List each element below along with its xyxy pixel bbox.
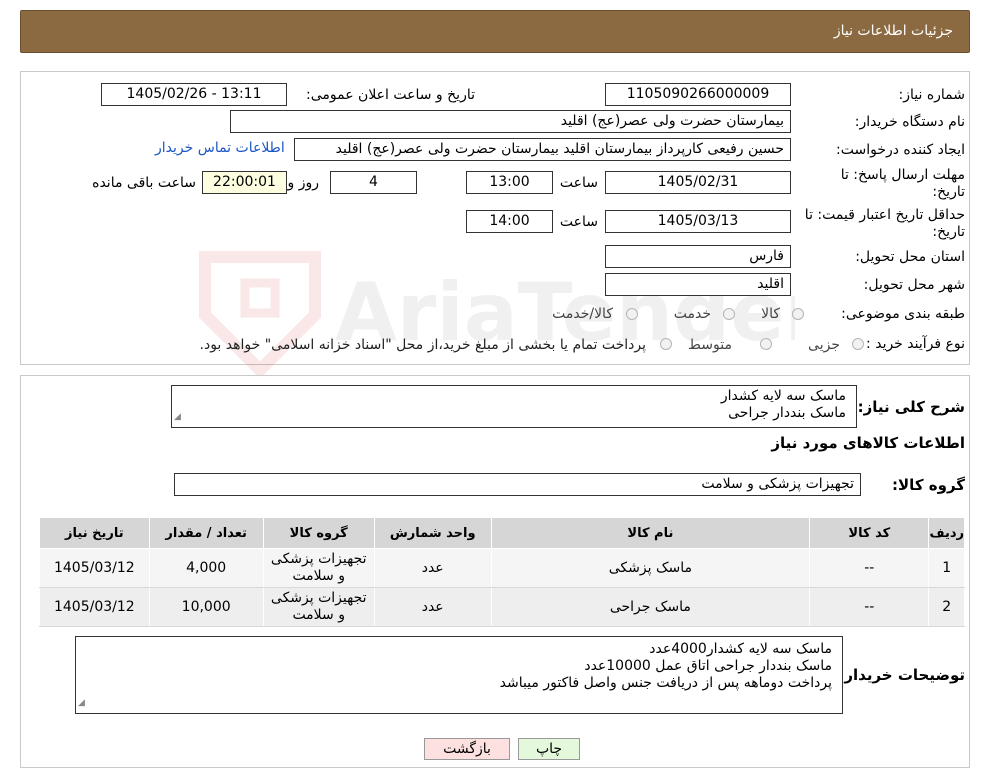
table-row: 2 -- ماسک جراحی عدد تجهیزات پزشکی و سلام…: [39, 587, 965, 627]
col-header-unit: واحد شمارش: [373, 517, 492, 549]
summary-label: شرح کلی نیاز:: [857, 398, 965, 416]
announce-label: تاریخ و ساعت اعلان عمومی:: [306, 87, 475, 103]
category-option-goods-service: کالا/خدمت: [552, 306, 613, 322]
process-radio-medium[interactable]: [760, 338, 772, 350]
print-button[interactable]: چاپ: [518, 738, 580, 760]
deadline-label-date: تاریخ:: [932, 184, 965, 200]
cell-date: 1405/03/12: [39, 548, 150, 588]
deadline-time-field: 13:00: [466, 171, 553, 194]
goods-group-field: تجهیزات پزشکی و سلامت: [174, 473, 861, 496]
col-header-row-no: ردیف: [928, 517, 965, 549]
cell-group: تجهیزات پزشکی و سلامت: [262, 587, 375, 627]
col-header-quantity: تعداد / مقدار: [148, 517, 264, 549]
payment-note: پرداخت تمام یا بخشی از مبلغ خرید،از محل …: [199, 337, 646, 353]
cell-row-no: 2: [928, 587, 965, 627]
buyer-org-field: بیمارستان حضرت ولی عصر(عج) اقلید: [230, 110, 791, 133]
col-header-group: گروه کالا: [262, 517, 375, 549]
creator-label: ایجاد کننده درخواست:: [836, 142, 965, 158]
city-label: شهر محل تحویل:: [863, 277, 965, 293]
cell-code: --: [809, 587, 930, 627]
col-header-date: تاریخ نیاز: [39, 517, 150, 549]
province-label: استان محل تحویل:: [855, 249, 965, 265]
province-field: فارس: [605, 245, 791, 268]
cell-quantity: 10,000: [148, 587, 264, 627]
summary-textarea[interactable]: ماسک سه لایه کشدار ماسک بنددار جراحی ◢: [171, 385, 857, 428]
process-option-medium: متوسط: [688, 337, 732, 353]
cell-unit: عدد: [373, 548, 492, 588]
deadline-date-field: 1405/02/31: [605, 171, 791, 194]
back-button[interactable]: بازگشت: [424, 738, 510, 760]
buyer-notes-line-2: ماسک بنددار جراحی اتاق عمل 10000عدد: [584, 658, 832, 674]
cell-date: 1405/03/12: [39, 587, 150, 627]
process-radio-minor[interactable]: [852, 338, 864, 350]
need-number-label: شماره نیاز:: [898, 87, 966, 103]
category-radio-service[interactable]: [723, 308, 735, 320]
cell-code: --: [809, 548, 930, 588]
page-title: جزئیات اطلاعات نیاز: [833, 23, 953, 39]
creator-field: حسین رفیعی کارپرداز بیمارستان اقلید بیما…: [294, 138, 791, 161]
table-row: 1 -- ماسک پزشکی عدد تجهیزات پزشکی و سلام…: [39, 548, 965, 588]
process-label: نوع فرآیند خرید :: [866, 336, 965, 352]
goods-group-label: گروه کالا:: [892, 476, 965, 494]
resize-grip-icon[interactable]: ◢: [78, 695, 85, 712]
remaining-time-label: ساعت باقی مانده: [92, 175, 196, 191]
validity-time-label: ساعت: [559, 214, 598, 230]
cell-name: ماسک جراحی: [490, 587, 811, 627]
days-field: 4: [330, 171, 417, 194]
contact-info-link[interactable]: اطلاعات تماس خریدار: [155, 140, 285, 156]
cell-row-no: 1: [928, 548, 965, 588]
buyer-notes-textarea[interactable]: ماسک سه لایه کشدار4000عدد ماسک بنددار جر…: [75, 636, 843, 714]
validity-time-field: 14:00: [466, 210, 553, 233]
resize-grip-icon[interactable]: ◢: [174, 409, 181, 426]
summary-line-2: ماسک بنددار جراحی: [728, 405, 846, 421]
items-section-title: اطلاعات کالاهای مورد نیاز: [771, 434, 965, 452]
deadline-time-label: ساعت: [559, 175, 598, 191]
category-label: طبقه بندی موضوعی:: [841, 306, 965, 322]
cell-group: تجهیزات پزشکی و سلامت: [262, 548, 375, 588]
cell-name: ماسک پزشکی: [490, 548, 811, 588]
buyer-notes-line-1: ماسک سه لایه کشدار4000عدد: [649, 641, 832, 657]
deadline-label: مهلت ارسال پاسخ: تا: [840, 167, 965, 183]
page-header: جزئیات اطلاعات نیاز: [20, 10, 970, 53]
buyer-org-label: نام دستگاه خریدار:: [854, 114, 965, 130]
col-header-name: نام کالا: [490, 517, 811, 549]
category-option-goods: کالا: [761, 306, 780, 322]
category-radio-goods[interactable]: [792, 308, 804, 320]
cell-unit: عدد: [373, 587, 492, 627]
items-table: ردیف کد کالا نام کالا واحد شمارش گروه کا…: [39, 517, 965, 627]
validity-label: حداقل تاریخ اعتبار قیمت: تا: [804, 207, 965, 223]
table-header-row: ردیف کد کالا نام کالا واحد شمارش گروه کا…: [39, 517, 965, 549]
process-radio-treasury[interactable]: [660, 338, 672, 350]
city-field: اقلید: [605, 273, 791, 296]
process-option-minor: جزیی: [808, 337, 840, 353]
col-header-code: کد کالا: [809, 517, 930, 549]
category-option-service: خدمت: [673, 306, 711, 322]
buyer-notes-label: توضیحات خریدار:: [838, 666, 965, 684]
category-radio-goods-service[interactable]: [626, 308, 638, 320]
cell-quantity: 4,000: [148, 548, 264, 588]
validity-date-field: 1405/03/13: [605, 210, 791, 233]
announce-field: 1405/02/26 - 13:11: [101, 83, 287, 106]
validity-label-date: تاریخ:: [932, 224, 965, 240]
buyer-notes-line-3: پرداخت دوماهه پس از دریافت جنس واصل فاکت…: [499, 675, 832, 691]
summary-line-1: ماسک سه لایه کشدار: [720, 388, 846, 404]
remaining-time-field: 22:00:01: [202, 171, 287, 194]
days-label: روز و: [287, 175, 320, 191]
need-number-field: 1105090266000009: [605, 83, 791, 106]
